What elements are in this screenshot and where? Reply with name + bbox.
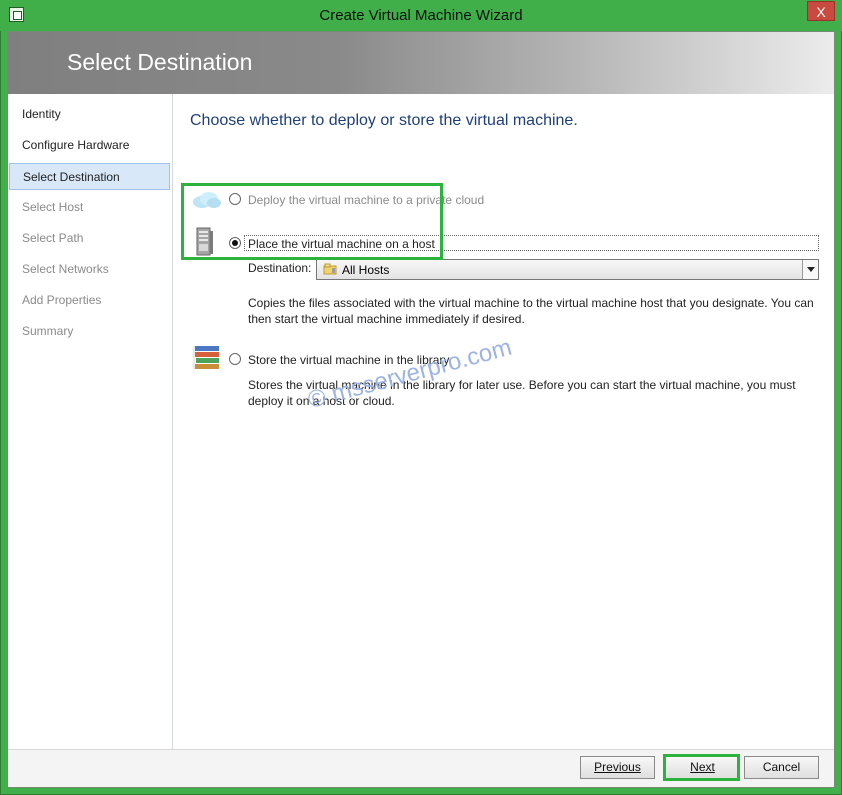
section-heading: Choose whether to deploy or store the vi… bbox=[190, 112, 578, 129]
wizard-window: Create Virtual Machine Wizard X Select D… bbox=[0, 0, 842, 795]
wizard-content: Select Destination Identity Configure Ha… bbox=[7, 31, 835, 788]
wizard-nav: Identity Configure Hardware Select Desti… bbox=[8, 94, 173, 787]
cancel-button[interactable]: Cancel bbox=[744, 756, 819, 779]
nav-item-label: Summary bbox=[22, 324, 74, 338]
host-option-highlight bbox=[181, 183, 443, 260]
page-title: Select Destination bbox=[67, 49, 253, 75]
next-button-highlight bbox=[663, 754, 740, 781]
nav-item-select-destination[interactable]: Select Destination bbox=[9, 163, 170, 190]
folder-icon bbox=[323, 263, 337, 275]
window-title: Create Virtual Machine Wizard bbox=[319, 7, 523, 24]
store-library-radio[interactable] bbox=[229, 353, 241, 365]
previous-button[interactable]: Previous bbox=[580, 756, 655, 779]
library-icon bbox=[193, 346, 219, 369]
nav-item-label: Select Path bbox=[22, 231, 84, 245]
nav-item-label: Configure Hardware bbox=[22, 138, 130, 152]
nav-item-identity[interactable]: Identity bbox=[9, 101, 170, 128]
nav-item-label: Select Networks bbox=[22, 262, 109, 276]
place-host-description: Copies the files associated with the vir… bbox=[248, 296, 814, 326]
nav-item-select-networks: Select Networks bbox=[9, 256, 170, 283]
nav-item-label: Select Destination bbox=[23, 170, 120, 184]
close-icon: X bbox=[816, 4, 826, 20]
cancel-label: Cancel bbox=[762, 760, 801, 774]
nav-item-add-properties: Add Properties bbox=[9, 287, 170, 314]
nav-item-label: Identity bbox=[22, 107, 61, 121]
nav-item-select-path: Select Path bbox=[9, 225, 170, 252]
close-button[interactable]: X bbox=[807, 1, 835, 21]
destination-select[interactable]: All Hosts bbox=[316, 259, 819, 280]
destination-label: Destination: bbox=[248, 261, 312, 275]
nav-item-configure-hardware[interactable]: Configure Hardware bbox=[9, 132, 170, 159]
destination-value: All Hosts bbox=[342, 263, 390, 277]
title-bar: Create Virtual Machine Wizard X bbox=[0, 0, 842, 31]
previous-label: Previous bbox=[594, 760, 641, 774]
nav-item-select-host: Select Host bbox=[9, 194, 170, 221]
nav-item-label: Add Properties bbox=[22, 293, 102, 307]
nav-item-summary: Summary bbox=[9, 318, 170, 345]
nav-item-label: Select Host bbox=[22, 200, 84, 214]
wizard-header: Select Destination bbox=[8, 32, 834, 94]
chevron-down-icon[interactable] bbox=[802, 260, 818, 279]
